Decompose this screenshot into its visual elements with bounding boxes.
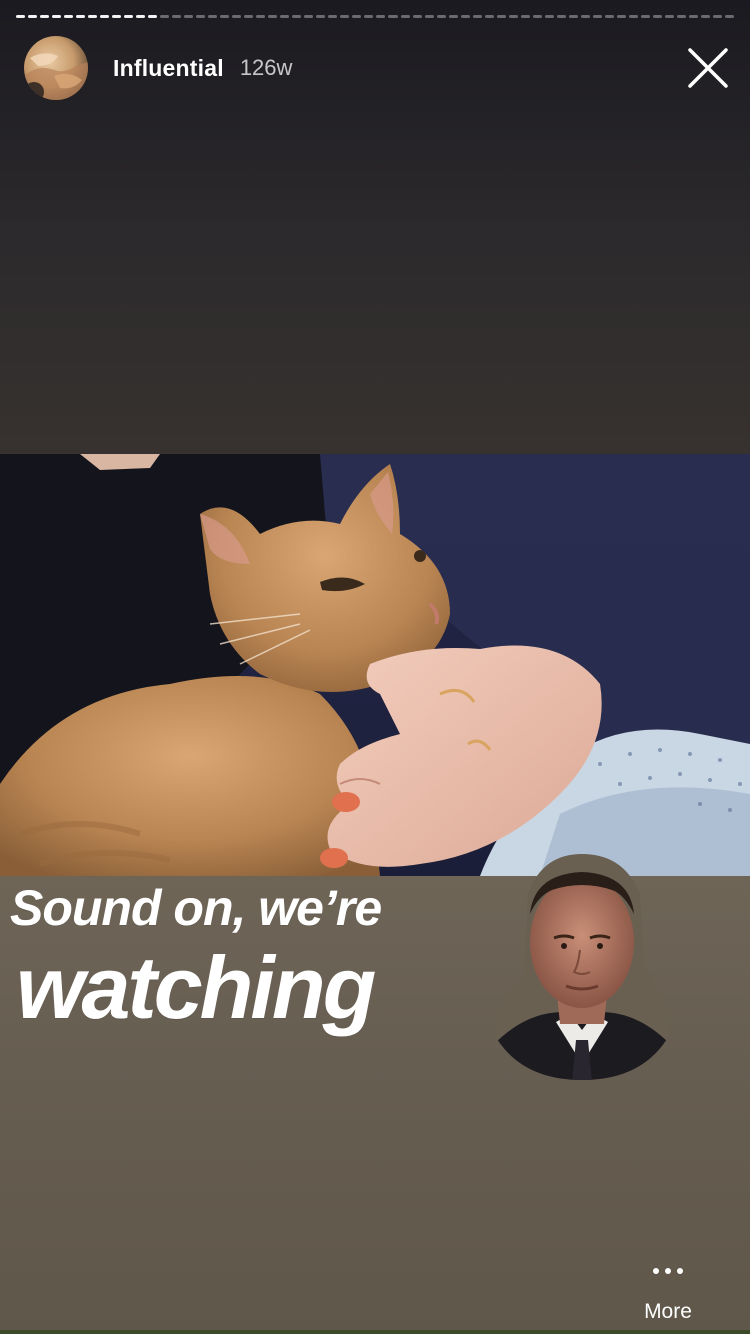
progress-segment <box>496 15 506 18</box>
progress-segment <box>220 15 230 18</box>
progress-segment <box>316 15 326 18</box>
progress-segment <box>124 15 134 18</box>
progress-segment <box>136 15 146 18</box>
progress-segment <box>508 15 518 18</box>
progress-segment <box>544 15 554 18</box>
progress-segment <box>52 15 62 18</box>
progress-segment <box>472 15 482 18</box>
story-photo <box>0 454 750 876</box>
progress-segment <box>568 15 578 18</box>
progress-segment <box>100 15 110 18</box>
progress-segment <box>388 15 398 18</box>
progress-segment <box>712 15 722 18</box>
progress-segment <box>400 15 410 18</box>
progress-segment <box>232 15 242 18</box>
close-icon <box>688 48 728 88</box>
progress-segment <box>724 15 734 18</box>
progress-segment <box>28 15 38 18</box>
more-dots-icon <box>653 1268 683 1274</box>
progress-segment <box>172 15 182 18</box>
progress-segment <box>688 15 698 18</box>
progress-segment <box>436 15 446 18</box>
story-header: Influential 126w <box>24 36 730 100</box>
progress-segment <box>184 15 194 18</box>
progress-segment <box>676 15 686 18</box>
progress-segment <box>484 15 494 18</box>
progress-segment <box>208 15 218 18</box>
progress-segment <box>304 15 314 18</box>
progress-segment <box>292 15 302 18</box>
progress-segment <box>448 15 458 18</box>
progress-segment <box>160 15 170 18</box>
caption-line-2: watching <box>16 938 376 1037</box>
caption-line-1: Sound on, we’re <box>10 880 382 936</box>
progress-segment <box>364 15 374 18</box>
progress-segment <box>112 15 122 18</box>
progress-segment <box>580 15 590 18</box>
progress-segment <box>268 15 278 18</box>
progress-segment <box>592 15 602 18</box>
post-time: 126w <box>239 55 293 80</box>
progress-segment <box>460 15 470 18</box>
progress-segment <box>280 15 290 18</box>
story-caption: Sound on, we’re watching <box>10 878 500 1036</box>
progress-segment <box>88 15 98 18</box>
progress-segment <box>652 15 662 18</box>
progress-segment <box>340 15 350 18</box>
progress-segment <box>16 15 26 18</box>
progress-segment <box>424 15 434 18</box>
close-button[interactable] <box>686 46 730 90</box>
progress-segment <box>376 15 386 18</box>
progress-segment <box>640 15 650 18</box>
progress-segment <box>628 15 638 18</box>
progress-segment <box>40 15 50 18</box>
progress-segment <box>556 15 566 18</box>
progress-segment <box>328 15 338 18</box>
progress-segment <box>616 15 626 18</box>
progress-segment <box>148 15 158 18</box>
progress-segment <box>352 15 362 18</box>
more-label: More <box>644 1300 692 1323</box>
story-progress-bar <box>16 15 734 19</box>
progress-segment <box>244 15 254 18</box>
progress-segment <box>604 15 614 18</box>
progress-segment <box>664 15 674 18</box>
username[interactable]: Influential <box>113 55 224 82</box>
progress-segment <box>520 15 530 18</box>
face-sticker[interactable] <box>494 854 670 1082</box>
bottom-edge <box>0 1330 750 1334</box>
more-button[interactable]: More <box>618 1234 718 1324</box>
progress-segment <box>76 15 86 18</box>
progress-segment <box>700 15 710 18</box>
progress-segment <box>412 15 422 18</box>
avatar[interactable] <box>24 36 88 100</box>
progress-segment <box>64 15 74 18</box>
progress-segment <box>532 15 542 18</box>
progress-segment <box>256 15 266 18</box>
progress-segment <box>196 15 206 18</box>
